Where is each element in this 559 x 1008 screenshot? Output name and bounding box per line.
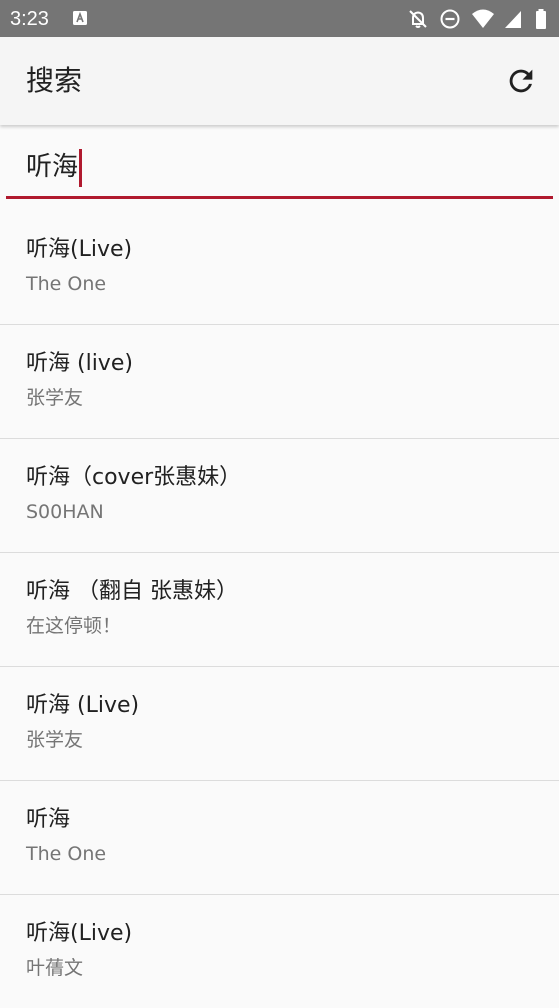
song-artist: 张学友 [26,387,84,409]
list-item[interactable]: 听海(Live) 叶蒨文 [0,895,559,1008]
song-artist: 在这停顿！ [26,615,122,637]
song-title: 听海 (live) [26,351,133,376]
search-input-value: 听海 [26,152,79,182]
song-title: 听海 （翻自 张惠妹） [26,579,238,604]
list-item[interactable]: 听海 (Live) 张学友 [0,667,559,781]
song-artist: The One [26,273,107,295]
song-title: 听海 [26,807,71,832]
song-title: 听海 (Live) [26,693,140,718]
song-title: 听海(Live) [26,237,133,262]
page-title: 搜索 [26,64,83,97]
wifi-icon [471,8,494,30]
list-item[interactable]: 听海（cover张惠妹） S00HAN [0,439,559,553]
song-artist: The One [26,843,107,865]
song-artist: 张学友 [26,729,84,751]
song-title: 听海(Live) [26,921,133,946]
list-item[interactable]: 听海(Live) The One [0,211,559,325]
song-artist: 叶蒨文 [26,957,84,979]
song-title: 听海（cover张惠妹） [26,465,242,490]
status-bar: 3:23 [0,0,559,37]
list-item[interactable]: 听海 （翻自 张惠妹） 在这停顿！ [0,553,559,667]
list-item[interactable]: 听海 The One [0,781,559,895]
battery-icon [535,8,547,30]
status-icons [407,8,547,30]
notification-a-icon [73,11,87,25]
refresh-icon [509,69,533,93]
search-area [0,125,559,209]
bell-off-icon [407,8,429,30]
status-time: 3:23 [10,8,49,30]
refresh-button[interactable] [500,60,542,102]
list-item[interactable]: 听海 (live) 张学友 [0,325,559,439]
text-cursor [79,149,82,187]
search-input[interactable] [6,139,553,199]
song-artist: S00HAN [26,501,104,523]
search-results-list: 听海(Live) The One 听海 (live) 张学友 听海（cover张… [0,211,559,1008]
signal-icon [503,8,525,30]
do-not-disturb-icon [439,8,461,30]
app-bar: 搜索 [0,37,559,125]
